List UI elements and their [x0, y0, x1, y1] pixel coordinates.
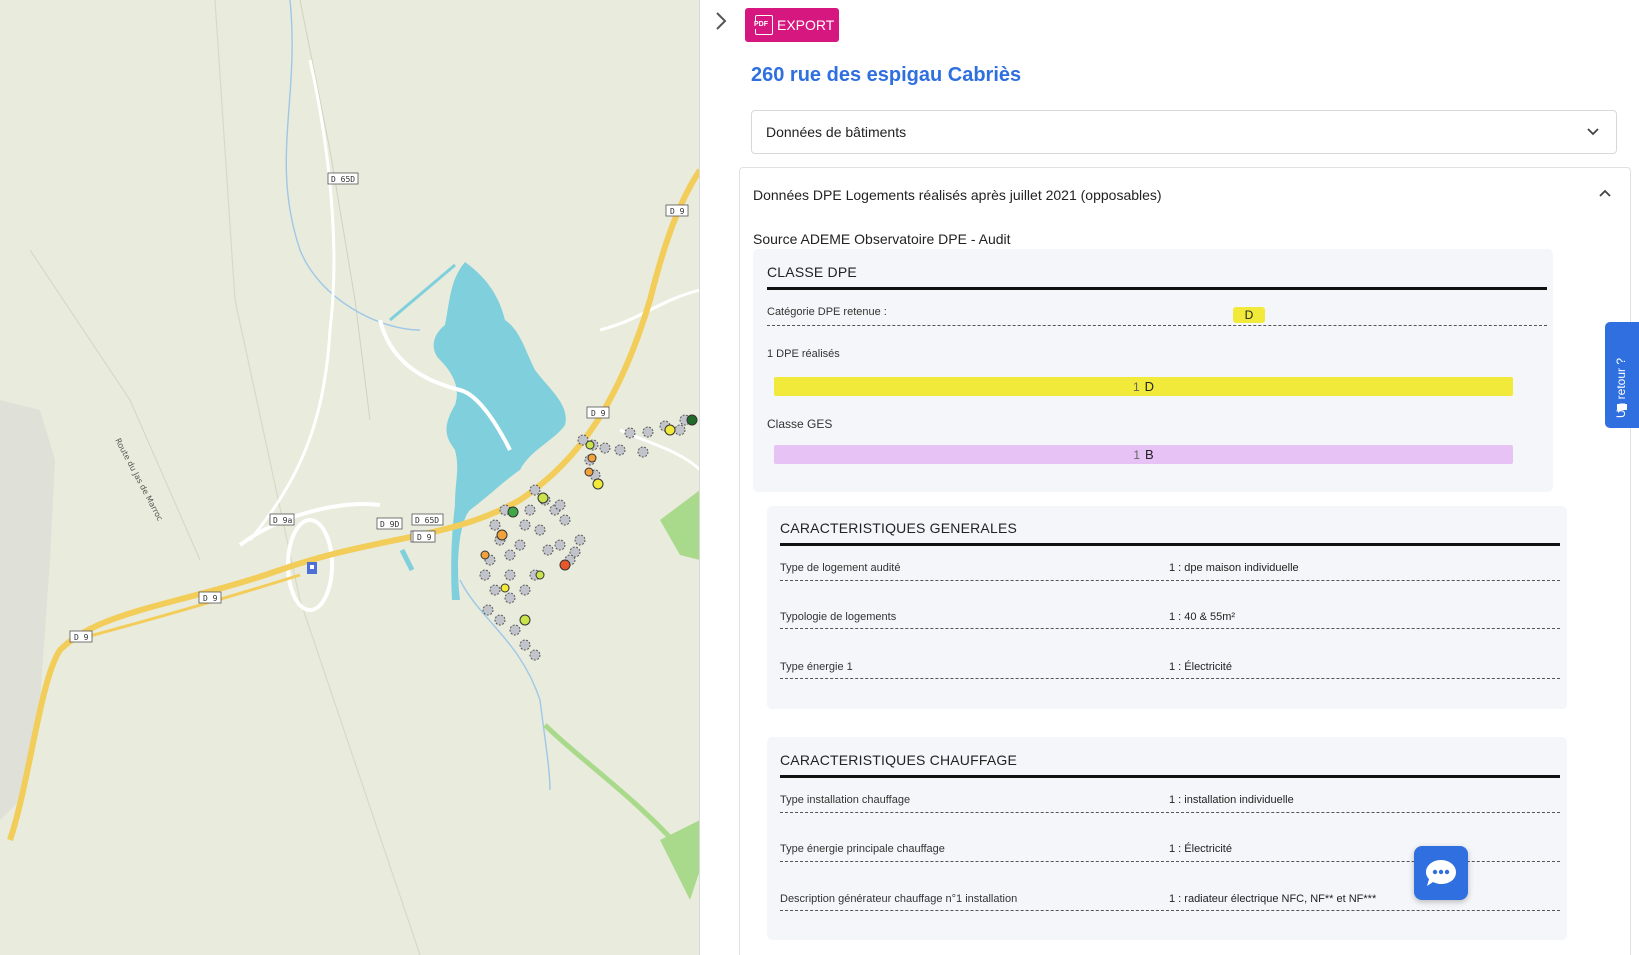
accordion-batiments-label: Données de bâtiments: [766, 124, 907, 140]
road-label: D 9: [74, 633, 89, 642]
road-label: D 9: [203, 594, 218, 603]
row-label: Type énergie principale chauffage: [780, 843, 945, 855]
dpe-class-bar[interactable]: 1 D: [774, 377, 1513, 396]
map-canvas[interactable]: D 65D D 9 D 9 D 9 D 9 D 9 D 9a D 9D D 65…: [0, 0, 700, 955]
classe-dpe-card: CLASSE DPE Catégorie DPE retenue : D 1 D…: [753, 249, 1553, 492]
card-title: CARACTERISTIQUES GENERALES: [780, 520, 1018, 536]
export-label: EXPORT: [777, 17, 835, 33]
row-value: 1 : dpe maison individuelle: [1169, 562, 1299, 574]
road-label: D 65D: [415, 516, 439, 525]
row-label: Typologie de logements: [780, 611, 897, 623]
stream: [285, 0, 421, 331]
info-panel: PDF EXPORT 260 rue des espigau Cabriès D…: [700, 0, 1639, 955]
dpe-class-badge: D: [1233, 307, 1265, 323]
row-label: Type énergie 1: [780, 661, 853, 673]
map-view[interactable]: D 65D D 9 D 9 D 9 D 9 D 9 D 9a D 9D D 65…: [0, 0, 700, 955]
dpe-realises-label: 1 DPE réalisés: [767, 348, 840, 360]
road-label: D 9: [417, 533, 432, 542]
collapse-panel-button[interactable]: [710, 8, 732, 34]
row-value: 1 : installation individuelle: [1169, 794, 1294, 806]
road-label: D 9: [670, 207, 685, 216]
row-value: 1 : 40 & 55m²: [1169, 611, 1236, 623]
export-pdf-button[interactable]: PDF EXPORT: [745, 8, 839, 42]
accordion-dpe: Données DPE Logements réalisés après jui…: [739, 167, 1631, 955]
categorie-label: Catégorie DPE retenue :: [767, 306, 887, 318]
road-label: D 9: [591, 409, 606, 418]
chevron-up-icon[interactable]: [1598, 186, 1612, 200]
chevron-right-icon: [716, 12, 727, 30]
page-title: 260 rue des espigau Cabriès: [751, 64, 1022, 86]
street-label: Route du Jas de Marroc: [113, 437, 164, 523]
feedback-tab[interactable]: Un retour ?: [1605, 322, 1639, 428]
row-value: 1 : Électricité: [1169, 843, 1232, 855]
row-label: Type installation chauffage: [780, 794, 911, 806]
park-area: [660, 490, 699, 560]
accordion-dpe-header[interactable]: Données DPE Logements réalisés après jui…: [753, 187, 1162, 203]
chat-button[interactable]: [1414, 846, 1468, 900]
ges-class-bar[interactable]: 1 B: [774, 445, 1513, 464]
chevron-down-icon: [1587, 128, 1599, 136]
caracteristiques-generales-card: CARACTERISTIQUES GENERALES Type de logem…: [767, 506, 1567, 709]
road-label: D 9a: [273, 516, 292, 525]
chat-bubble-icon: [1426, 860, 1456, 886]
road-label: D 9D: [380, 520, 399, 529]
stream: [459, 579, 551, 791]
card-title: CLASSE DPE: [767, 264, 857, 280]
row-label: Description générateur chauffage n°1 ins…: [780, 893, 1018, 905]
row-label: Type de logement audité: [780, 562, 901, 574]
ges-label: Classe GES: [767, 417, 833, 431]
pdf-icon: PDF: [753, 15, 773, 35]
caracteristiques-chauffage-card: CARACTERISTIQUES CHAUFFAGE Type installa…: [767, 737, 1567, 940]
row-value: 1 : radiateur électrique NFC, NF** et NF…: [1169, 893, 1377, 905]
road-label: D 65D: [331, 175, 355, 184]
row-value: 1 : Électricité: [1169, 661, 1232, 673]
accordion-batiments[interactable]: Données de bâtiments: [751, 110, 1617, 154]
feedback-label: Un retour ?: [1614, 357, 1628, 418]
card-title: CARACTERISTIQUES CHAUFFAGE: [780, 752, 1018, 768]
source-text: Source ADEME Observatoire DPE - Audit: [753, 231, 1011, 247]
